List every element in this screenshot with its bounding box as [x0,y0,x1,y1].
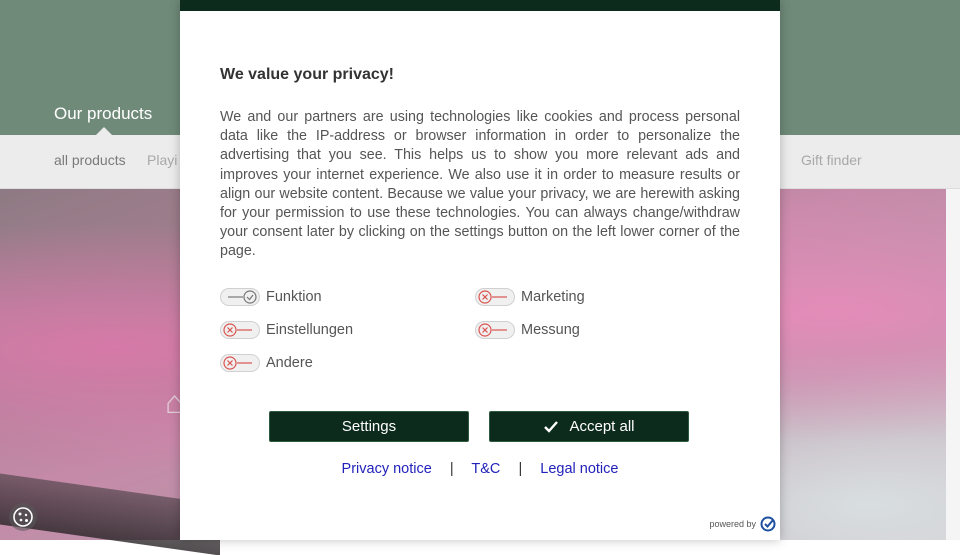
dialog-title: We value your privacy! [220,66,394,83]
privacy-notice-link[interactable]: Privacy notice [342,461,432,477]
toggle-label: Einstellungen [266,322,354,338]
subnav-item-gift-finder[interactable]: Gift finder [801,152,862,168]
toggle-switch[interactable] [220,354,260,372]
x-circle-icon [478,323,507,337]
powered-by-label: powered by [709,519,756,529]
legal-notice-link[interactable]: Legal notice [540,461,618,477]
toggle-label: Marketing [521,289,585,305]
toggle-label: Andere [266,355,313,371]
usercentrics-logo-icon [760,516,776,532]
toggle-label: Funktion [266,289,322,305]
cookie-settings-button[interactable] [9,503,37,531]
active-nav-indicator [96,127,112,135]
consent-toggle-funktion[interactable]: Funktion [220,288,322,306]
toggle-switch[interactable] [475,321,515,339]
consent-toggle-marketing[interactable]: Marketing [475,288,585,306]
subnav-item-all-products[interactable]: all products [54,152,126,168]
page-title[interactable]: Our products [54,104,152,124]
checkmark-icon [544,420,559,433]
settings-button-label: Settings [341,418,397,435]
x-circle-icon [223,356,252,370]
cookie-icon [13,507,33,527]
consent-toggle-einstellungen[interactable]: Einstellungen [220,321,353,339]
footer-links: Privacy notice | T&C | Legal notice [180,461,780,477]
check-circle-icon [228,290,257,304]
consent-dialog: We value your privacy! We and our partne… [180,0,780,540]
x-circle-icon [478,290,507,304]
accept-all-button[interactable]: Accept all [489,411,689,442]
powered-by[interactable]: powered by [709,516,776,532]
consent-toggle-andere[interactable]: Andere [220,354,313,372]
toggle-label: Messung [521,322,580,338]
settings-button[interactable]: Settings [269,411,469,442]
consent-toggle-messung[interactable]: Messung [475,321,580,339]
subnav-item-playing[interactable]: Playi [147,152,177,168]
toggle-switch[interactable] [220,321,260,339]
accept-all-button-label: Accept all [569,418,635,435]
x-circle-icon [223,323,252,337]
link-separator: | [518,461,523,477]
tc-link[interactable]: T&C [471,461,500,477]
link-separator: | [449,461,454,477]
dialog-body-text: We and our partners are using technologi… [220,109,740,260]
toggle-switch[interactable] [475,288,515,306]
toggle-switch[interactable] [220,288,260,306]
page-scrollbar[interactable] [946,189,960,540]
dialog-top-bar [180,0,780,11]
